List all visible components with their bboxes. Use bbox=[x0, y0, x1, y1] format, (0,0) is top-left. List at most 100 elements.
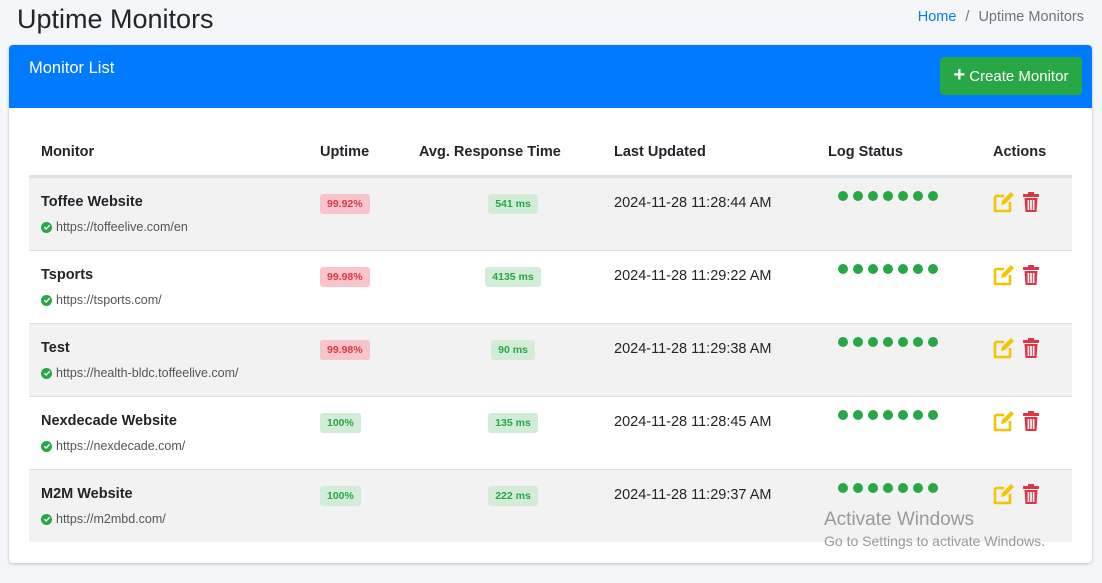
trash-icon[interactable] bbox=[1019, 190, 1043, 214]
page-header: Uptime Monitors Home / Uptime Monitors bbox=[0, 0, 1102, 44]
monitor-url: https://toffeelive.com/en bbox=[41, 220, 188, 234]
log-status-dot bbox=[898, 337, 908, 347]
log-status-dot bbox=[883, 337, 893, 347]
monitor-url: https://m2mbd.com/ bbox=[41, 512, 166, 526]
log-status-dot bbox=[913, 191, 923, 201]
card-header: Monitor List + Create Monitor bbox=[9, 45, 1092, 108]
breadcrumb-home-link[interactable]: Home bbox=[918, 9, 957, 25]
monitor-url-text[interactable]: https://m2mbd.com/ bbox=[56, 512, 166, 526]
response-time-badge: 90 ms bbox=[491, 340, 535, 360]
check-circle-icon bbox=[41, 440, 52, 452]
log-status-dot bbox=[853, 191, 863, 201]
log-status-dots bbox=[838, 191, 938, 201]
uptime-badge: 99.98% bbox=[320, 267, 370, 287]
column-header-monitor: Monitor bbox=[41, 144, 95, 160]
log-status-dot bbox=[838, 483, 848, 493]
check-circle-icon bbox=[41, 294, 52, 306]
monitor-url-text[interactable]: https://tsports.com/ bbox=[56, 293, 162, 307]
last-updated: 2024-11-28 11:29:37 AM bbox=[614, 487, 772, 503]
edit-icon[interactable] bbox=[992, 263, 1016, 287]
log-status-dot bbox=[898, 264, 908, 274]
log-status-dot bbox=[898, 410, 908, 420]
check-circle-icon bbox=[41, 221, 52, 233]
monitor-name: Nexdecade Website bbox=[41, 413, 177, 429]
uptime-badge: 100% bbox=[320, 486, 361, 506]
log-status-dot bbox=[928, 483, 938, 493]
trash-icon[interactable] bbox=[1019, 263, 1043, 287]
trash-icon[interactable] bbox=[1019, 482, 1043, 506]
monitor-list-card: Monitor List + Create Monitor Monitor Up… bbox=[9, 45, 1092, 563]
log-status-dot bbox=[838, 191, 848, 201]
log-status-dot bbox=[853, 337, 863, 347]
last-updated: 2024-11-28 11:29:38 AM bbox=[614, 341, 772, 357]
log-status-dot bbox=[928, 410, 938, 420]
log-status-dot bbox=[928, 264, 938, 274]
log-status-dot bbox=[868, 264, 878, 274]
monitor-url-text[interactable]: https://nexdecade.com/ bbox=[56, 439, 185, 453]
breadcrumb-separator: / bbox=[965, 9, 970, 25]
log-status-dots bbox=[838, 483, 938, 493]
plus-icon: + bbox=[953, 64, 966, 86]
table-body: Toffee Website https://toffeelive.com/en 9… bbox=[29, 177, 1072, 542]
column-header-last-updated: Last Updated bbox=[614, 144, 706, 160]
log-status-dots bbox=[838, 264, 938, 274]
monitor-url: https://tsports.com/ bbox=[41, 293, 162, 307]
last-updated: 2024-11-28 11:29:22 AM bbox=[614, 268, 772, 284]
row-actions bbox=[992, 190, 1043, 214]
row-actions bbox=[992, 482, 1043, 506]
log-status-dot bbox=[898, 191, 908, 201]
log-status-dot bbox=[883, 191, 893, 201]
response-time-badge: 222 ms bbox=[488, 486, 538, 506]
edit-icon[interactable] bbox=[992, 482, 1016, 506]
table-row: Test https://health-bldc.toffeelive.com/9… bbox=[29, 323, 1072, 396]
check-circle-icon bbox=[41, 513, 52, 525]
log-status-dot bbox=[868, 337, 878, 347]
monitor-name: Test bbox=[41, 340, 70, 356]
column-header-uptime: Uptime bbox=[320, 144, 370, 160]
edit-icon[interactable] bbox=[992, 190, 1016, 214]
log-status-dot bbox=[883, 264, 893, 274]
log-status-dot bbox=[913, 410, 923, 420]
column-header-log-status: Log Status bbox=[828, 144, 903, 160]
edit-icon[interactable] bbox=[992, 409, 1016, 433]
page-title: Uptime Monitors bbox=[17, 4, 214, 34]
response-time-badge: 4135 ms bbox=[485, 267, 541, 287]
monitor-url-text[interactable]: https://toffeelive.com/en bbox=[56, 220, 188, 234]
monitor-url-text[interactable]: https://health-bldc.toffeelive.com/ bbox=[56, 366, 239, 380]
monitor-url: https://health-bldc.toffeelive.com/ bbox=[41, 366, 239, 380]
last-updated: 2024-11-28 11:28:45 AM bbox=[614, 414, 772, 430]
column-header-actions: Actions bbox=[993, 144, 1047, 160]
log-status-dot bbox=[853, 264, 863, 274]
response-time-badge: 135 ms bbox=[488, 413, 538, 433]
response-time-badge: 541 ms bbox=[488, 194, 538, 214]
log-status-dots bbox=[838, 337, 938, 347]
row-actions bbox=[992, 409, 1043, 433]
log-status-dot bbox=[838, 264, 848, 274]
log-status-dot bbox=[853, 410, 863, 420]
create-monitor-button[interactable]: + Create Monitor bbox=[940, 57, 1082, 95]
breadcrumb-current: Uptime Monitors bbox=[978, 9, 1084, 25]
table-row: Tsports https://tsports.com/99.98% 4135 ms… bbox=[29, 250, 1072, 323]
table-row: Toffee Website https://toffeelive.com/en 9… bbox=[29, 177, 1072, 250]
last-updated: 2024-11-28 11:28:44 AM bbox=[614, 195, 772, 211]
log-status-dot bbox=[928, 191, 938, 201]
log-status-dot bbox=[913, 337, 923, 347]
uptime-badge: 100% bbox=[320, 413, 361, 433]
log-status-dot bbox=[928, 337, 938, 347]
log-status-dot bbox=[853, 483, 863, 493]
uptime-badge: 99.92% bbox=[320, 194, 370, 214]
monitor-table: Monitor Uptime Avg. Response Time Last U… bbox=[29, 131, 1072, 542]
log-status-dot bbox=[868, 410, 878, 420]
table-row: M2M Website https://m2mbd.com/100% 222 ms 2… bbox=[29, 469, 1072, 542]
check-circle-icon bbox=[41, 367, 52, 379]
edit-icon[interactable] bbox=[992, 336, 1016, 360]
create-monitor-label: Create Monitor bbox=[969, 67, 1069, 85]
row-actions bbox=[992, 336, 1043, 360]
trash-icon[interactable] bbox=[1019, 409, 1043, 433]
monitor-name: Toffee Website bbox=[41, 194, 143, 210]
trash-icon[interactable] bbox=[1019, 336, 1043, 360]
log-status-dot bbox=[868, 191, 878, 201]
log-status-dots bbox=[838, 410, 938, 420]
monitor-url: https://nexdecade.com/ bbox=[41, 439, 185, 453]
column-header-response-time: Avg. Response Time bbox=[419, 144, 561, 160]
